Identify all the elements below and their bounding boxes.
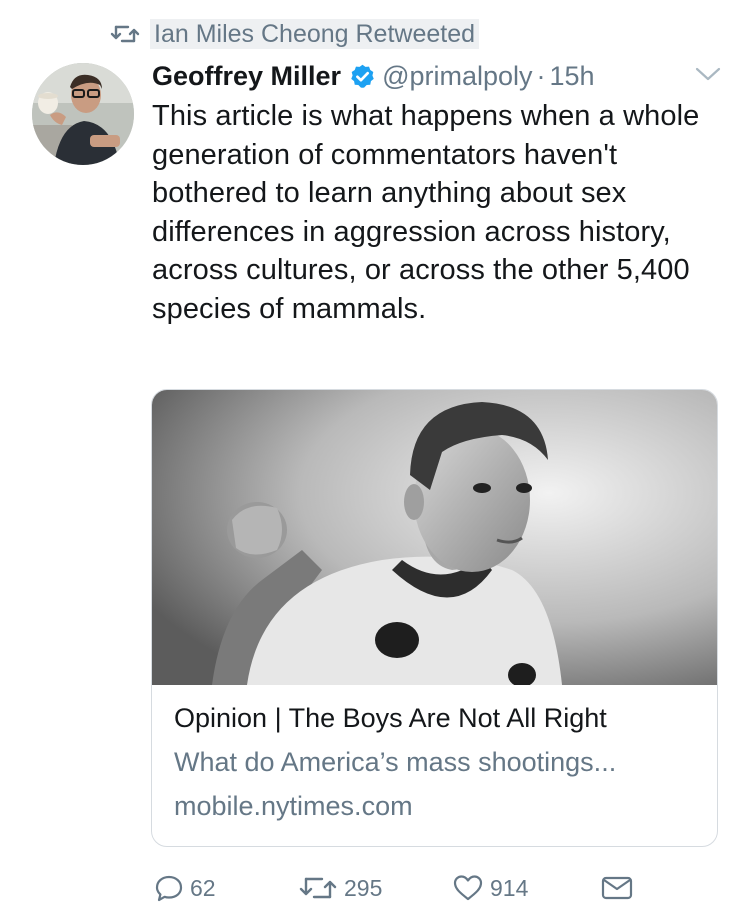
tweet-text: This article is what happens when a whol… (152, 100, 700, 325)
tweet-header: Geoffrey Miller @primalpoly · 15h (152, 58, 595, 94)
card-title[interactable]: Opinion | The Boys Are Not All Right (174, 703, 607, 734)
retweet-button[interactable]: 295 (298, 868, 382, 908)
author-name[interactable]: Geoffrey Miller (152, 61, 341, 92)
tweet-timestamp[interactable]: 15h (550, 61, 595, 92)
link-card[interactable]: Opinion | The Boys Are Not All Right Wha… (151, 389, 718, 847)
avatar-image (32, 63, 134, 165)
chevron-down-icon[interactable] (694, 64, 722, 84)
envelope-icon (601, 876, 633, 900)
retweet-context[interactable]: Ian Miles Cheong Retweeted (110, 18, 480, 50)
tweet-actions: 62 295 914 (150, 868, 650, 908)
card-domain: mobile.nytimes.com (174, 791, 413, 821)
card-image (152, 390, 717, 685)
retweet-count: 295 (344, 874, 383, 901)
like-button[interactable]: 914 (452, 868, 528, 908)
direct-message-button[interactable] (600, 868, 640, 908)
reply-button[interactable]: 62 (154, 868, 216, 908)
retweet-icon (299, 877, 337, 899)
retweeted-by-label[interactable]: Ian Miles Cheong Retweeted (150, 19, 480, 49)
card-description: What do America’s mass shootings... (174, 747, 617, 777)
avatar[interactable] (32, 63, 134, 165)
author-handle[interactable]: @primalpoly (382, 61, 532, 92)
header-separator: · (536, 60, 546, 91)
reply-count: 62 (190, 874, 216, 901)
verified-badge-icon (351, 64, 374, 88)
heart-icon (453, 875, 483, 901)
reply-icon (155, 875, 183, 902)
like-count: 914 (490, 874, 529, 901)
retweet-icon (110, 25, 140, 43)
